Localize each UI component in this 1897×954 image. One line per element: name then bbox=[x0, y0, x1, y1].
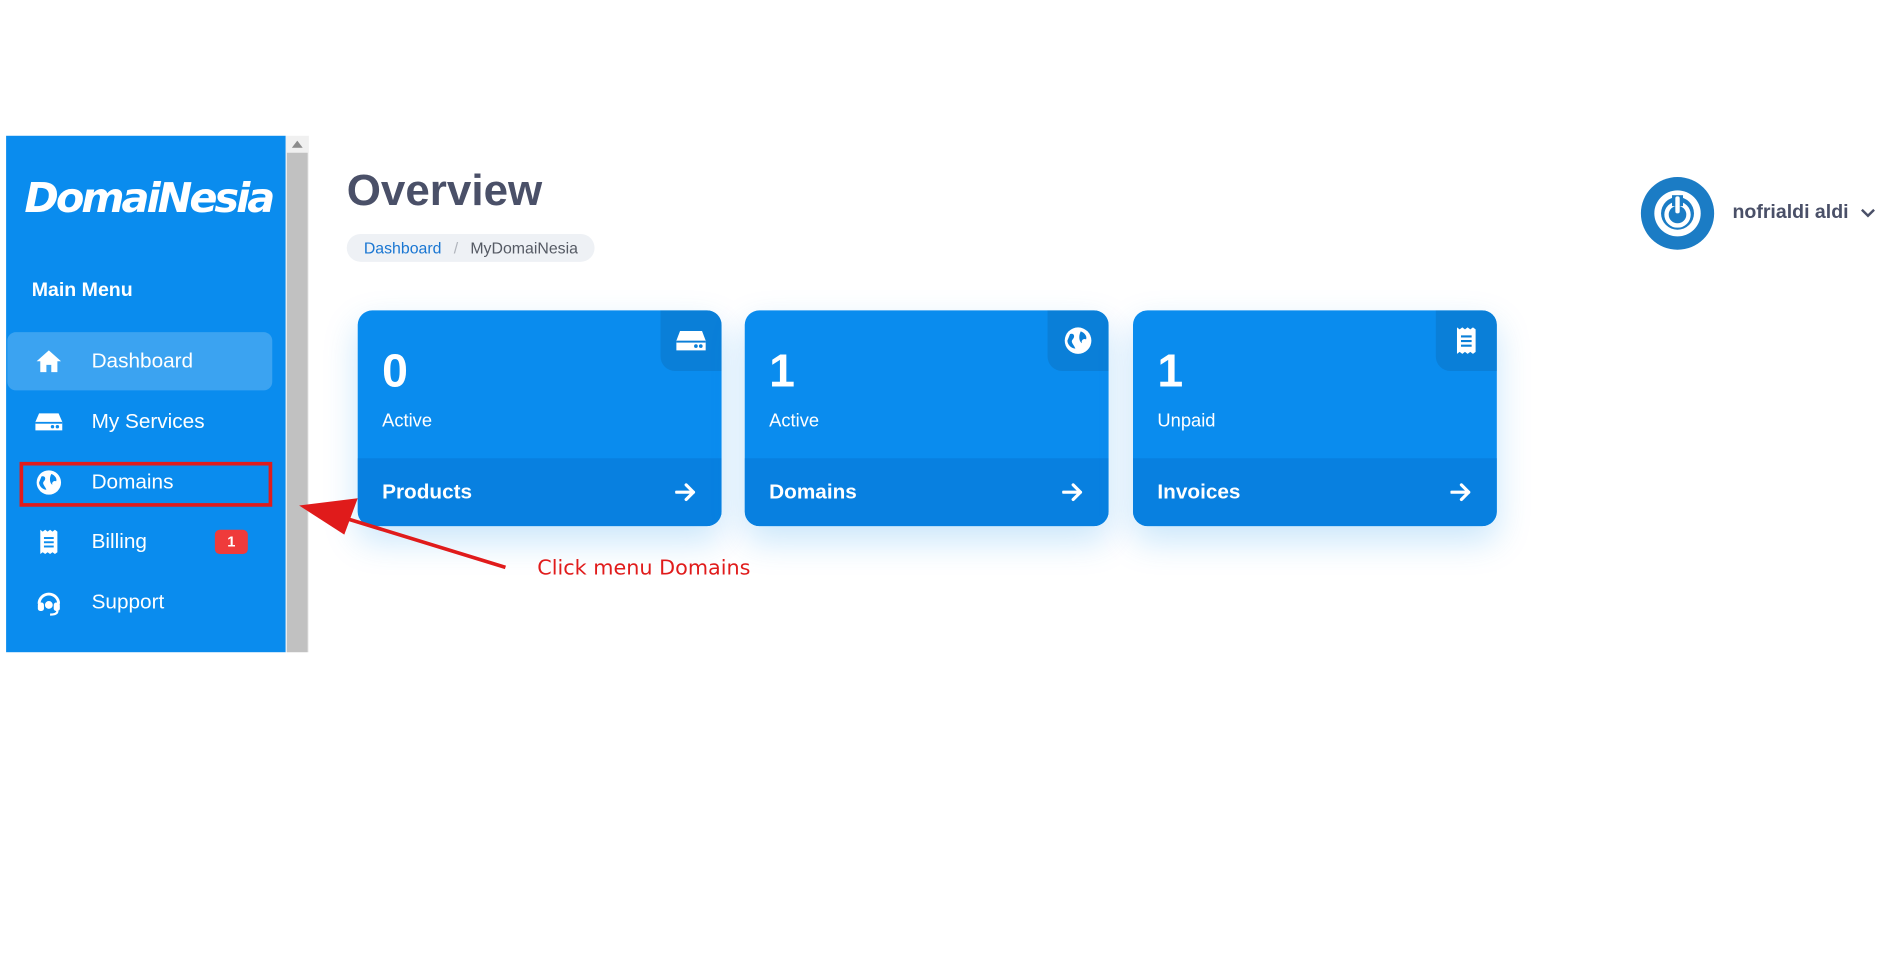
sidebar-item-dashboard[interactable]: Dashboard bbox=[7, 332, 273, 391]
invoices-count: 1 bbox=[1157, 346, 1184, 398]
products-count: 0 bbox=[382, 346, 408, 398]
breadcrumb-separator: / bbox=[453, 238, 459, 258]
sidebar-item-label: Dashboard bbox=[91, 349, 194, 373]
scroll-up-arrow-icon[interactable] bbox=[286, 136, 309, 153]
receipt-icon bbox=[1435, 310, 1497, 371]
domains-card[interactable]: 1 Active Domains bbox=[744, 310, 1109, 527]
power-icon bbox=[1654, 190, 1701, 237]
logo-text: DomaiNesia bbox=[24, 174, 275, 224]
username[interactable]: nofrialdi aldi bbox=[1732, 202, 1848, 224]
avatar[interactable] bbox=[1640, 176, 1715, 250]
breadcrumb-current: MyDomaiNesia bbox=[470, 238, 578, 258]
products-card[interactable]: 0 Active Products bbox=[357, 310, 722, 527]
receipt-icon bbox=[34, 527, 63, 556]
invoices-status: Unpaid bbox=[1157, 410, 1216, 432]
page-title: Overview bbox=[346, 164, 543, 215]
sidebar-item-label: Billing bbox=[91, 529, 147, 553]
domains-card-label: Domains bbox=[769, 480, 857, 504]
sidebar-item-label: My Services bbox=[91, 409, 205, 433]
billing-badge: 1 bbox=[214, 529, 248, 555]
chevron-down-icon[interactable] bbox=[1861, 206, 1876, 221]
sidebar-item-billing[interactable]: Billing 1 bbox=[7, 513, 272, 571]
globe-icon bbox=[1047, 310, 1109, 371]
headset-icon bbox=[34, 588, 63, 617]
domains-highlight-box bbox=[19, 461, 273, 507]
domains-count: 1 bbox=[769, 346, 795, 398]
brand-logo[interactable]: DomaiNesia bbox=[20, 165, 275, 233]
sidebar-item-label: Support bbox=[91, 590, 165, 614]
arrow-right-icon bbox=[1062, 483, 1083, 502]
products-status: Active bbox=[382, 410, 433, 432]
arrow-right-icon bbox=[675, 483, 696, 502]
products-card-label: Products bbox=[382, 480, 473, 504]
main-menu-title: Main Menu bbox=[31, 280, 133, 301]
home-icon bbox=[34, 347, 63, 376]
scrollbar-thumb[interactable] bbox=[286, 152, 308, 653]
sidebar-scrollbar[interactable] bbox=[285, 135, 309, 653]
server-icon bbox=[660, 310, 722, 371]
sidebar-item-my-services[interactable]: My Services bbox=[7, 393, 272, 451]
server-icon bbox=[34, 407, 63, 436]
invoices-card[interactable]: 1 Unpaid Invoices bbox=[1132, 310, 1497, 527]
domains-status: Active bbox=[769, 410, 820, 432]
arrow-right-icon bbox=[1450, 483, 1471, 502]
invoices-card-label: Invoices bbox=[1157, 480, 1241, 504]
annotation-text: Click menu Domains bbox=[537, 556, 751, 581]
domains-card-footer[interactable]: Domains bbox=[744, 458, 1109, 527]
user-menu[interactable]: nofrialdi aldi bbox=[1640, 176, 1876, 250]
breadcrumb-dashboard-link[interactable]: Dashboard bbox=[364, 239, 442, 257]
sidebar-item-support[interactable]: Support bbox=[7, 573, 272, 631]
products-card-footer[interactable]: Products bbox=[357, 458, 722, 527]
invoices-card-footer[interactable]: Invoices bbox=[1132, 458, 1497, 527]
breadcrumb: Dashboard / MyDomaiNesia bbox=[346, 233, 596, 262]
